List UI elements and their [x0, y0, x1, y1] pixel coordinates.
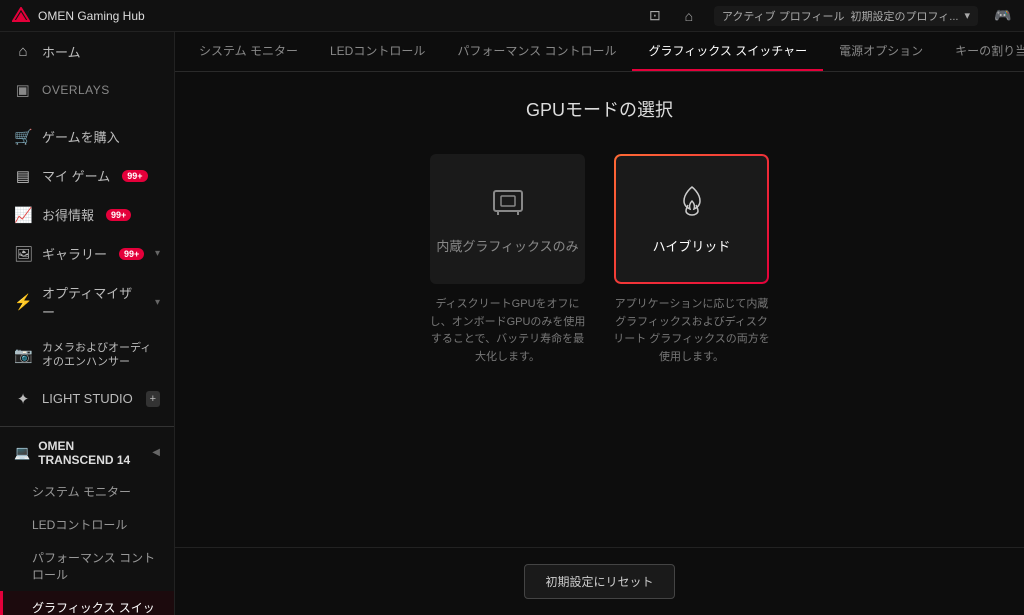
gallery-chevron-icon: ▾ — [155, 248, 160, 259]
profile-name: 初期設定のプロフィ... — [851, 8, 959, 24]
sidebar-item-buy-games[interactable]: 🛒 ゲームを購入 — [0, 117, 174, 156]
tab-led-control[interactable]: LEDコントロール — [314, 32, 441, 71]
title-bar-actions: ⊡ ⌂ アクティブ プロフィール 初期設定のプロフィ... ▾ 🎮 — [646, 6, 1012, 26]
active-profile-dropdown[interactable]: アクティブ プロフィール 初期設定のプロフィ... ▾ — [714, 6, 978, 26]
sidebar-overlays-label: OVERLAYS — [42, 83, 110, 97]
gpu-card-hybrid-box[interactable]: ハイブリッド — [614, 154, 769, 284]
tab-performance-control[interactable]: パフォーマンス コントロール — [441, 32, 632, 71]
page-content: GPUモードの選択 内蔵グラフィックスのみ — [175, 72, 1024, 547]
optimizer-chevron-icon: ▾ — [155, 297, 160, 308]
sidebar-sub-graphics-switcher[interactable]: グラフィックス スイッチャー — [0, 591, 174, 615]
deals-icon: 📈 — [14, 206, 32, 224]
camera-icon: 📷 — [14, 346, 32, 364]
content-area: システム モニター LEDコントロール パフォーマンス コントロール グラフィッ… — [175, 32, 1024, 615]
sub-performance-control-label: パフォーマンス コントロール — [32, 549, 160, 583]
chevron-down-icon: ▾ — [964, 9, 970, 22]
games-icon: ▤ — [14, 167, 32, 185]
sidebar-item-gallery[interactable]: 🖼 ギャラリー 99+ ▾ — [0, 234, 174, 273]
gallery-badge: 99+ — [119, 248, 144, 260]
sidebar-item-camera-audio[interactable]: 📷 カメラおよびオーディオのエンハンサー — [0, 331, 174, 380]
tab-power-option[interactable]: 電源オプション — [823, 32, 939, 71]
hybrid-gpu-label: ハイブリッド — [653, 236, 731, 255]
sidebar-my-games-label: マイ ゲーム — [42, 166, 110, 185]
app-logo — [12, 7, 30, 25]
sidebar-camera-label: カメラおよびオーディオのエンハンサー — [42, 341, 160, 370]
light-studio-icon: ✦ — [14, 390, 32, 408]
sidebar-item-optimizer[interactable]: ⚡ オプティマイザー ▾ — [0, 273, 174, 331]
sidebar-omen-section: 💻 OMEN TRANSCEND 14 ◀ システム モニター LEDコントロー… — [0, 426, 174, 615]
integrated-gpu-desc: ディスクリートGPUをオフにし、オンボードGPUのみを使用することで、バッテリ寿… — [428, 296, 588, 366]
sidebar-item-light-studio[interactable]: ✦ LIGHT STUDIO + — [0, 380, 174, 418]
tab-key-assign[interactable]: キーの割り当て — [939, 32, 1024, 71]
monitor-icon[interactable]: ⊡ — [646, 7, 664, 25]
sidebar-buy-games-label: ゲームを購入 — [42, 127, 120, 146]
sub-system-monitor-label: システム モニター — [32, 483, 131, 500]
title-bar: OMEN Gaming Hub ⊡ ⌂ アクティブ プロフィール 初期設定のプロ… — [0, 0, 1024, 32]
home-sidebar-icon: ⌂ — [14, 43, 32, 60]
sidebar-deals-label: お得情報 — [42, 205, 94, 224]
sidebar-item-my-games[interactable]: ▤ マイ ゲーム 99+ — [0, 156, 174, 195]
tab-bar: システム モニター LEDコントロール パフォーマンス コントロール グラフィッ… — [175, 32, 1024, 72]
sidebar-sub-led-control[interactable]: LEDコントロール — [0, 508, 174, 541]
sidebar-item-deals[interactable]: 📈 お得情報 99+ — [0, 195, 174, 234]
laptop-icon: 💻 — [14, 445, 30, 461]
tab-graphics-switcher[interactable]: グラフィックス スイッチャー — [632, 32, 823, 71]
page-title: GPUモードの選択 — [526, 96, 673, 122]
hybrid-gpu-icon — [674, 183, 710, 226]
sidebar-light-studio-label: LIGHT STUDIO — [42, 391, 133, 406]
store-icon: 🛒 — [14, 128, 32, 146]
sidebar-home-label: ホーム — [42, 42, 81, 61]
tab-system-monitor[interactable]: システム モニター — [183, 32, 314, 71]
hybrid-gpu-desc: アプリケーションに応じて内蔵グラフィックスおよびディスクリート グラフィックスの… — [612, 296, 772, 366]
my-games-badge: 99+ — [122, 170, 147, 182]
active-profile-label: アクティブ プロフィール — [722, 8, 845, 24]
sidebar-optimizer-label: オプティマイザー — [42, 283, 145, 321]
gpu-card-integrated: 内蔵グラフィックスのみ ディスクリートGPUをオフにし、オンボードGPUのみを使… — [428, 154, 588, 366]
controller-icon[interactable]: 🎮 — [994, 7, 1012, 25]
sidebar-sub-system-monitor[interactable]: システム モニター — [0, 475, 174, 508]
footer-bar: 初期設定にリセット — [175, 547, 1024, 615]
light-studio-add-icon[interactable]: + — [146, 391, 160, 407]
integrated-gpu-label: 内蔵グラフィックスのみ — [436, 236, 578, 255]
sidebar: ⌂ ホーム ▣ OVERLAYS 🛒 ゲームを購入 ▤ マイ ゲーム 99+ 📈… — [0, 32, 175, 615]
sidebar-item-home[interactable]: ⌂ ホーム — [0, 32, 174, 71]
sub-led-control-label: LEDコントロール — [32, 516, 127, 533]
sidebar-overlays-header[interactable]: ▣ OVERLAYS — [0, 71, 174, 109]
reset-button[interactable]: 初期設定にリセット — [524, 564, 674, 599]
gpu-card-hybrid: ハイブリッド アプリケーションに応じて内蔵グラフィックスおよびディスクリート グ… — [612, 154, 772, 366]
sidebar-gallery-label: ギャラリー — [42, 244, 107, 263]
sub-graphics-switcher-label: グラフィックス スイッチャー — [32, 599, 160, 615]
deals-badge: 99+ — [106, 209, 131, 221]
sidebar-device-header[interactable]: 💻 OMEN TRANSCEND 14 ◀ — [0, 431, 174, 475]
sidebar-sub-performance-control[interactable]: パフォーマンス コントロール — [0, 541, 174, 591]
app-title: OMEN Gaming Hub — [38, 9, 145, 23]
gpu-card-integrated-box[interactable]: 内蔵グラフィックスのみ — [430, 154, 585, 284]
home-icon[interactable]: ⌂ — [680, 7, 698, 25]
gpu-cards-container: 内蔵グラフィックスのみ ディスクリートGPUをオフにし、オンボードGPUのみを使… — [428, 154, 772, 366]
integrated-gpu-icon — [490, 183, 526, 226]
gallery-icon: 🖼 — [14, 245, 32, 263]
overlays-icon: ▣ — [14, 81, 32, 99]
sidebar-device-label: OMEN TRANSCEND 14 — [38, 439, 144, 467]
optimizer-icon: ⚡ — [14, 293, 32, 311]
main-layout: ⌂ ホーム ▣ OVERLAYS 🛒 ゲームを購入 ▤ マイ ゲーム 99+ 📈… — [0, 32, 1024, 615]
device-chevron-icon: ◀ — [152, 447, 160, 458]
